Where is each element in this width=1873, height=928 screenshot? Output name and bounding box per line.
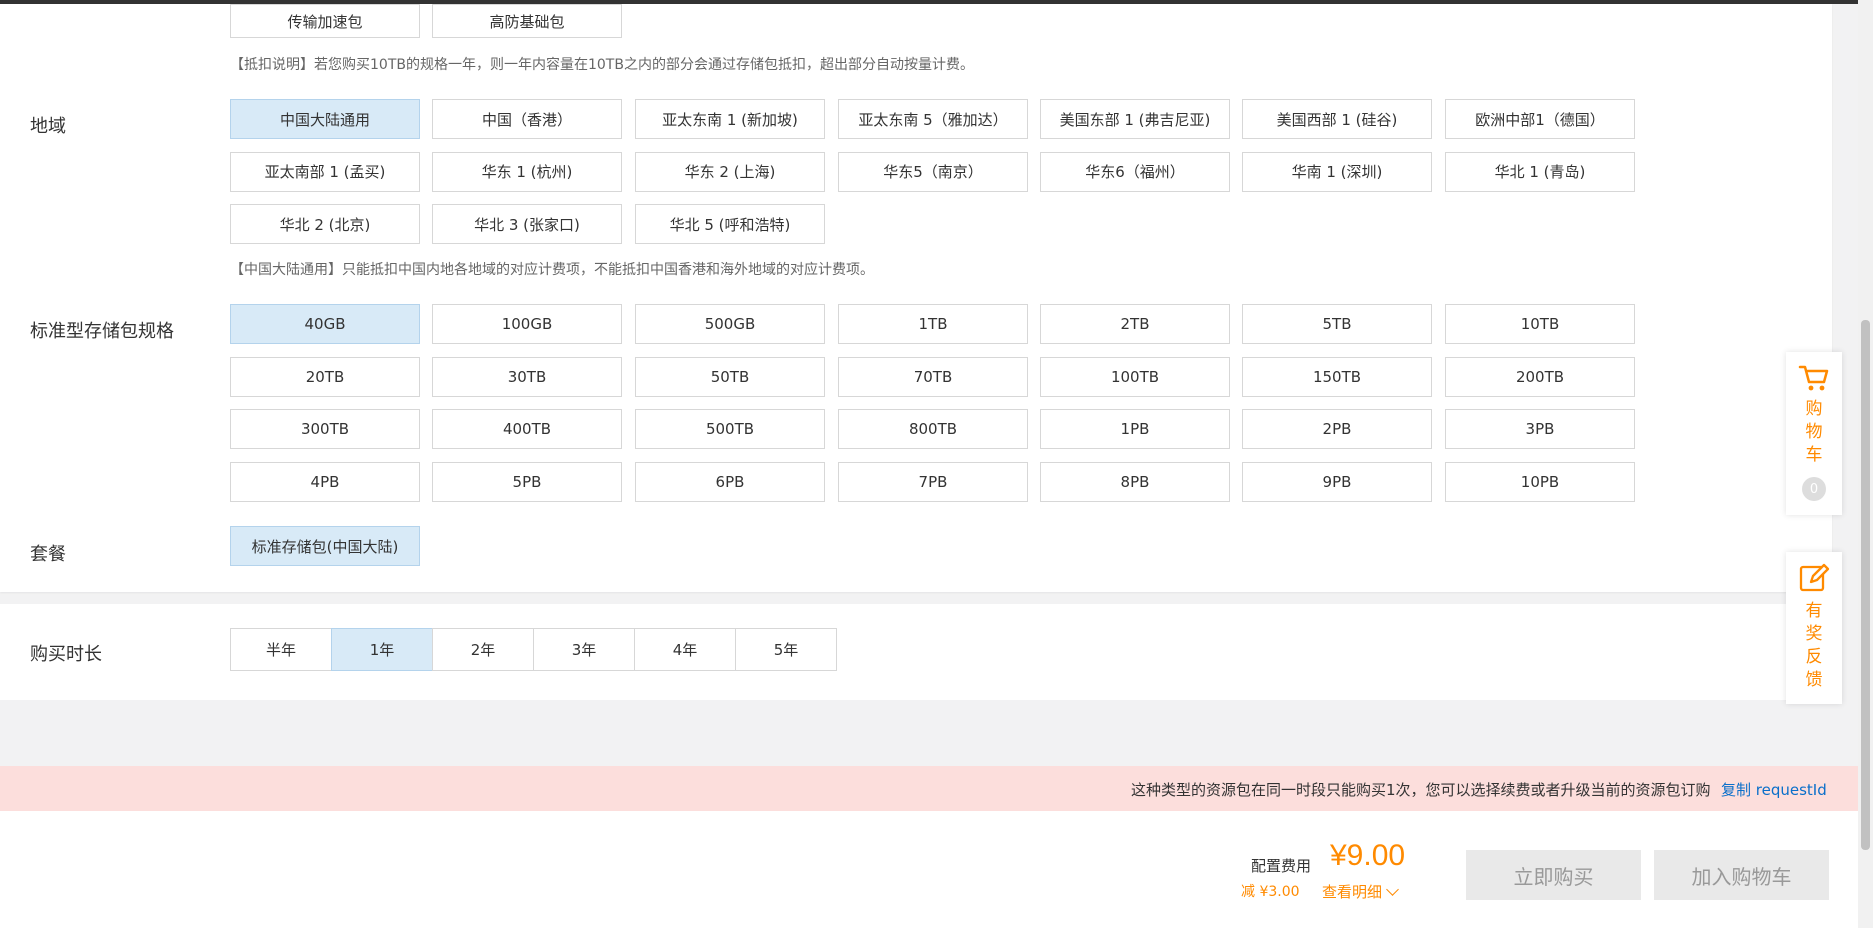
option-ddos-basic[interactable]: 高防基础包: [432, 4, 622, 38]
spec-option-11[interactable]: 100TB: [1040, 356, 1230, 397]
spec-option-23[interactable]: 6PB: [635, 461, 825, 502]
option-transfer-acceleration[interactable]: 传输加速包: [230, 4, 420, 38]
spec-option-19[interactable]: 2PB: [1242, 409, 1432, 449]
region-option-16[interactable]: 华北 5 (呼和浩特): [635, 204, 825, 244]
region-option-7[interactable]: 亚太南部 1 (孟买): [230, 151, 420, 192]
cart-widget[interactable]: 购物车 0: [1786, 352, 1842, 515]
region-option-10[interactable]: 华东5（南京）: [838, 151, 1028, 192]
copy-requestid-link[interactable]: 复制 requestId: [1721, 779, 1827, 800]
package-label: 套餐: [30, 544, 66, 565]
spec-option-8[interactable]: 30TB: [432, 356, 622, 397]
region-option-2[interactable]: 亚太东南 1 (新加坡): [635, 99, 825, 139]
spec-option-14[interactable]: 300TB: [230, 409, 420, 449]
deduction-note: 【抵扣说明】若您购买10TB的规格一年，则一年内容量在10TB之内的部分会通过存…: [230, 57, 974, 73]
config-panel: 传输加速包 高防基础包 【抵扣说明】若您购买10TB的规格一年，则一年内容量在1…: [0, 4, 1832, 592]
spec-option-15[interactable]: 400TB: [432, 409, 622, 449]
duration-option-5[interactable]: 5年: [735, 628, 837, 671]
region-option-4[interactable]: 美国东部 1 (弗吉尼亚): [1040, 99, 1230, 139]
cart-count-badge: 0: [1802, 477, 1826, 501]
spec-option-6[interactable]: 10TB: [1445, 304, 1635, 344]
spec-option-0[interactable]: 40GB: [230, 304, 420, 344]
region-option-11[interactable]: 华东6（福州）: [1040, 151, 1230, 192]
spec-option-2[interactable]: 500GB: [635, 304, 825, 344]
spec-option-20[interactable]: 3PB: [1445, 409, 1635, 449]
spec-option-3[interactable]: 1TB: [838, 304, 1028, 344]
spec-option-18[interactable]: 1PB: [1040, 409, 1230, 449]
region-option-1[interactable]: 中国（香港）: [432, 99, 622, 139]
duration-label: 购买时长: [30, 644, 102, 665]
page: 传输加速包 高防基础包 【抵扣说明】若您购买10TB的规格一年，则一年内容量在1…: [0, 0, 1873, 928]
buy-now-button[interactable]: 立即购买: [1466, 850, 1641, 900]
price: ¥9.00: [1330, 839, 1406, 872]
duration-option-3[interactable]: 3年: [533, 628, 635, 671]
fee-label: 配置费用: [1251, 857, 1312, 875]
cart-icon: [1798, 365, 1829, 391]
duration-option-1[interactable]: 1年: [331, 628, 433, 671]
duration-option-4[interactable]: 4年: [634, 628, 736, 671]
chevron-down-icon: [1386, 883, 1399, 896]
feedback-label: 有奖反馈: [1805, 601, 1823, 690]
view-details-link[interactable]: 查看明细: [1322, 881, 1399, 902]
spec-option-13[interactable]: 200TB: [1445, 356, 1635, 397]
spec-option-26[interactable]: 9PB: [1242, 461, 1432, 502]
edit-feedback-icon: [1799, 563, 1830, 592]
spec-option-22[interactable]: 5PB: [432, 461, 622, 502]
spec-option-5[interactable]: 5TB: [1242, 304, 1432, 344]
region-option-6[interactable]: 欧洲中部1（德国）: [1445, 99, 1635, 139]
spec-option-7[interactable]: 20TB: [230, 356, 420, 397]
region-option-13[interactable]: 华北 1 (青岛): [1445, 151, 1635, 192]
region-option-9[interactable]: 华东 2 (上海): [635, 151, 825, 192]
view-details-label: 查看明细: [1322, 883, 1383, 901]
feedback-widget[interactable]: 有奖反馈: [1786, 552, 1842, 704]
region-option-0[interactable]: 中国大陆通用: [230, 99, 420, 139]
region-option-15[interactable]: 华北 3 (张家口): [432, 204, 622, 244]
warning-bar: 这种类型的资源包在同一时段只能购买1次，您可以选择续费或者升级当前的资源包订购 …: [0, 766, 1858, 811]
spec-option-16[interactable]: 500TB: [635, 409, 825, 449]
warning-text: 这种类型的资源包在同一时段只能购买1次，您可以选择续费或者升级当前的资源包订购: [1131, 781, 1711, 799]
duration-option-2[interactable]: 2年: [432, 628, 534, 671]
region-label: 地域: [30, 116, 66, 137]
discount: 减 ¥3.00: [1241, 884, 1300, 900]
cart-label: 购物车: [1805, 399, 1823, 465]
region-note: 【中国大陆通用】只能抵扣中国内地各地域的对应计费项，不能抵扣中国香港和海外地域的…: [230, 262, 874, 278]
order-footer: 配置费用 ¥9.00 减 ¥3.00 查看明细 立即购买 加入购物车: [0, 811, 1858, 928]
scrollbar-thumb[interactable]: [1861, 320, 1870, 850]
spec-option-9[interactable]: 50TB: [635, 356, 825, 397]
spec-option-24[interactable]: 7PB: [838, 461, 1028, 502]
spec-option-4[interactable]: 2TB: [1040, 304, 1230, 344]
duration-option-0[interactable]: 半年: [230, 628, 332, 671]
spec-option-25[interactable]: 8PB: [1040, 461, 1230, 502]
region-option-14[interactable]: 华北 2 (北京): [230, 204, 420, 244]
region-option-3[interactable]: 亚太东南 5（雅加达）: [838, 99, 1028, 139]
spec-option-21[interactable]: 4PB: [230, 461, 420, 502]
spec-option-10[interactable]: 70TB: [838, 356, 1028, 397]
spec-option-17[interactable]: 800TB: [838, 409, 1028, 449]
spec-option-12[interactable]: 150TB: [1242, 356, 1432, 397]
spec-label: 标准型存储包规格: [30, 321, 174, 342]
region-option-5[interactable]: 美国西部 1 (硅谷): [1242, 99, 1432, 139]
add-to-cart-button[interactable]: 加入购物车: [1654, 850, 1829, 900]
package-option-standard-mainland[interactable]: 标准存储包(中国大陆): [230, 526, 420, 566]
region-option-12[interactable]: 华南 1 (深圳): [1242, 151, 1432, 192]
spec-option-1[interactable]: 100GB: [432, 304, 622, 344]
spec-option-27[interactable]: 10PB: [1445, 461, 1635, 502]
region-option-8[interactable]: 华东 1 (杭州): [432, 151, 622, 192]
